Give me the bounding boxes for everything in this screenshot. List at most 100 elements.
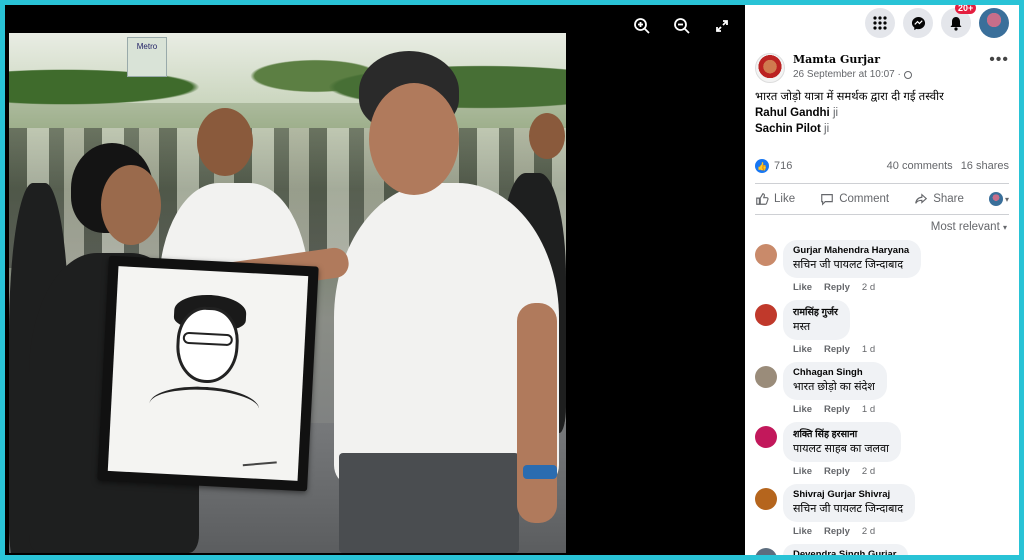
- comment-reply-button[interactable]: Reply: [824, 344, 850, 355]
- commenter-avatar[interactable]: [755, 548, 777, 555]
- person-head: [529, 113, 565, 159]
- messenger-icon: [911, 16, 925, 30]
- reaction-count[interactable]: 716: [774, 160, 792, 172]
- top-bar: 20+: [745, 5, 1019, 41]
- like-button[interactable]: Like: [755, 192, 795, 206]
- comment-like-button[interactable]: Like: [793, 344, 812, 355]
- comment-like-button[interactable]: Like: [793, 404, 812, 415]
- share-button[interactable]: Share: [914, 192, 964, 206]
- comment-meta: Like Reply 1 d: [783, 344, 875, 355]
- person-arm: [517, 303, 557, 523]
- commenter-name[interactable]: Gurjar Mahendra Haryana: [793, 245, 909, 256]
- comment-reply-button[interactable]: Reply: [824, 526, 850, 537]
- share-icon: [915, 193, 928, 204]
- comment-meta: Like Reply 2 d: [783, 526, 915, 537]
- comment-body: Chhagan Singh भारत छोड़ो का संदेश Like Repl…: [783, 362, 887, 415]
- viewer-toolbar: [631, 15, 733, 37]
- comment-text: भारत छोड़ो का संदेश: [793, 381, 875, 393]
- tag-sachin[interactable]: Sachin Pilot: [755, 123, 821, 135]
- comment-bubble: Gurjar Mahendra Haryana सचिन जी पायलट जिन…: [783, 240, 922, 278]
- comment-text: सचिन जी पायलट जिन्दाबाद: [793, 259, 904, 271]
- tag-line: Rahul Gandhi ji: [755, 105, 1009, 121]
- zoom-out-icon[interactable]: [671, 15, 693, 37]
- messenger-button[interactable]: [903, 8, 933, 38]
- comment-like-button[interactable]: Like: [793, 282, 812, 293]
- sketch-glasses: [182, 331, 234, 347]
- post-as-selector[interactable]: ▾: [988, 192, 1009, 206]
- person-head: [197, 108, 253, 176]
- commenter-avatar[interactable]: [755, 426, 777, 448]
- photo-sign-text: Metro: [136, 42, 158, 51]
- comment-reply-button[interactable]: Reply: [824, 404, 850, 415]
- comment-text: सचिन जी पायलट जिन्दाबाद: [793, 503, 904, 515]
- comment-item: रामसिंह गुर्जर मस्त Like Reply 1 d: [745, 300, 1019, 355]
- comments-count[interactable]: 40 comments: [887, 160, 953, 172]
- post-header: Mamta Gurjar 26 September at 10:07 · •••: [745, 41, 1019, 83]
- commenter-name[interactable]: शक्ति सिंह हरसाना: [793, 427, 889, 440]
- comment-age[interactable]: 2 d: [862, 466, 875, 477]
- comment-text: पायलट साहब का जलवा: [793, 443, 889, 455]
- framed-portrait: [97, 255, 319, 492]
- commenter-avatar[interactable]: [755, 244, 777, 266]
- comment-age[interactable]: 1 d: [862, 404, 875, 415]
- person-head: [369, 83, 459, 195]
- thumbs-up-icon: [756, 193, 769, 205]
- commenter-name[interactable]: Shivraj Gurjar Shivraj: [793, 489, 903, 500]
- comment-button[interactable]: Comment: [820, 192, 889, 206]
- post-photo[interactable]: Metro: [9, 33, 566, 553]
- comment-reply-button[interactable]: Reply: [824, 466, 850, 477]
- sketch-collar: [148, 383, 261, 430]
- notifications-badge: 20+: [955, 5, 977, 14]
- comment-item: Gurjar Mahendra Haryana सचिन जी पायलट जिन…: [745, 240, 1019, 293]
- post-stats: 👍 716 40 comments 16 shares: [745, 157, 1019, 175]
- fullscreen-icon[interactable]: [711, 15, 733, 37]
- author-name[interactable]: Mamta Gurjar: [793, 53, 912, 66]
- commenter-avatar[interactable]: [755, 366, 777, 388]
- comment-body: Gurjar Mahendra Haryana सचिन जी पायलट जिन…: [783, 240, 922, 293]
- comment-bubble: Devendra Singh Gurjar: [783, 544, 909, 555]
- comment-item: Chhagan Singh भारत छोड़ो का संदेश Like Repl…: [745, 362, 1019, 415]
- person-trousers: [339, 453, 519, 553]
- bell-icon: [950, 16, 962, 31]
- commenter-avatar[interactable]: [755, 488, 777, 510]
- zoom-in-icon[interactable]: [631, 15, 653, 37]
- sketch-signature: [242, 455, 277, 467]
- comment-meta: Like Reply 2 d: [783, 282, 921, 293]
- comment-age[interactable]: 1 d: [862, 344, 875, 355]
- comment-like-button[interactable]: Like: [793, 526, 812, 537]
- menu-grid-button[interactable]: [865, 8, 895, 38]
- more-options-button[interactable]: •••: [989, 51, 1009, 69]
- shares-count[interactable]: 16 shares: [961, 160, 1009, 172]
- photo-viewer: Metro: [5, 5, 745, 555]
- comment-meta: Like Reply 2 d: [783, 466, 901, 477]
- post-as-avatar: [988, 192, 1003, 206]
- comment-like-button[interactable]: Like: [793, 466, 812, 477]
- commenter-name[interactable]: रामसिंह गुर्जर: [793, 305, 838, 318]
- commenter-avatar[interactable]: [755, 304, 777, 326]
- post-text: भारत जोड़ो यात्रा में समर्थक द्वारा दी ग…: [745, 83, 1019, 137]
- profile-avatar[interactable]: [979, 8, 1009, 38]
- notifications-button[interactable]: 20+: [941, 5, 977, 38]
- comment-item: शक्ति सिंह हरसाना पायलट साहब का जलवा Like R…: [745, 422, 1019, 477]
- tag-suffix: ji: [824, 123, 830, 135]
- comment-sort-dropdown[interactable]: Most relevant ▾: [745, 215, 1019, 233]
- like-label: Like: [774, 193, 796, 205]
- tag-line: Sachin Pilot ji: [755, 121, 1009, 137]
- chevron-down-icon: ▾: [1004, 194, 1009, 204]
- tag-rahul[interactable]: Rahul Gandhi: [755, 107, 830, 119]
- commenter-name[interactable]: Devendra Singh Gurjar: [793, 549, 896, 555]
- commenter-name[interactable]: Chhagan Singh: [793, 367, 875, 378]
- comment-body: रामसिंह गुर्जर मस्त Like Reply 1 d: [783, 300, 875, 355]
- post-timestamp[interactable]: 26 September at 10:07 ·: [793, 69, 912, 80]
- globe-icon: [903, 70, 912, 79]
- comment-bubble: Shivraj Gurjar Shivraj सचिन जी पायलट जिन्…: [783, 484, 916, 522]
- comment-age[interactable]: 2 d: [862, 282, 875, 293]
- grid-icon: [873, 16, 887, 30]
- comment-bubble: शक्ति सिंह हरसाना पायलट साहब का जलवा: [783, 422, 901, 462]
- comment-icon: [821, 194, 834, 206]
- share-label: Share: [933, 193, 964, 205]
- comment-reply-button[interactable]: Reply: [824, 282, 850, 293]
- comment-list: Gurjar Mahendra Haryana सचिन जी पायलट जिन…: [745, 240, 1019, 555]
- comment-age[interactable]: 2 d: [862, 526, 875, 537]
- author-avatar[interactable]: [755, 53, 785, 83]
